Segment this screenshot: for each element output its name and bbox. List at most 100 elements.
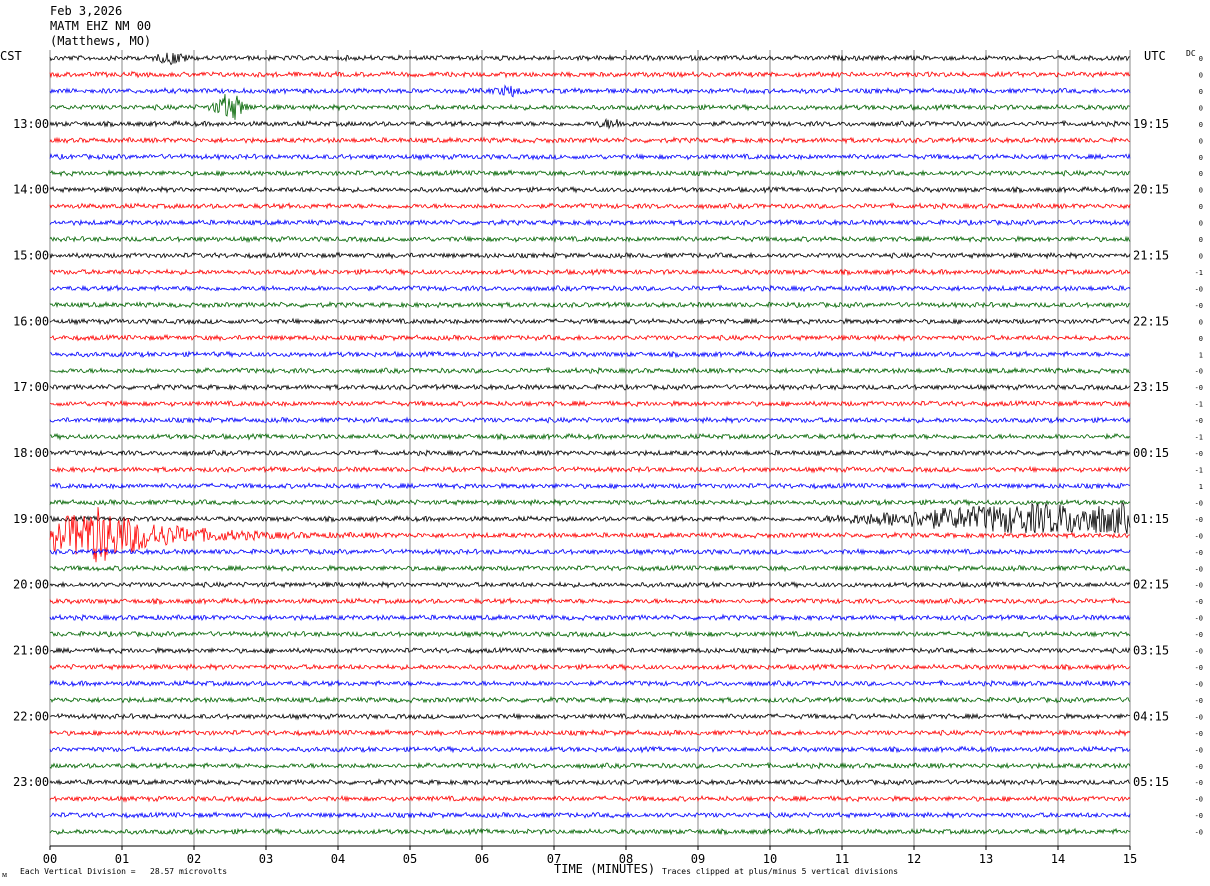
x-tick-label: 11 xyxy=(835,852,849,866)
dc-offset-value: -0 xyxy=(1195,779,1203,787)
helicorder-plot: 00 01 02 03 04 05 06 07 08 09 10 11 12 13 14 15 13:0014… xyxy=(13,50,1203,866)
dc-offset-value: -0 xyxy=(1195,615,1203,623)
left-hour-label: 15:00 xyxy=(13,249,49,263)
trace-line-39 xyxy=(49,695,1131,704)
dc-offset-value: 0 xyxy=(1199,187,1203,195)
trace-line-21 xyxy=(49,399,1131,408)
left-hour-label: 13:00 xyxy=(13,117,49,131)
trace-line-17 xyxy=(49,333,1131,342)
trace-line-27 xyxy=(49,498,1131,507)
right-hour-label: 00:15 xyxy=(1133,446,1169,460)
trace-line-31 xyxy=(49,564,1131,573)
left-hour-label: 17:00 xyxy=(13,380,49,394)
x-tick-label: 07 xyxy=(547,852,561,866)
trace-line-26 xyxy=(49,481,1131,490)
x-tick-label: 15 xyxy=(1123,852,1137,866)
trace-line-24 xyxy=(50,448,1131,457)
dc-offset-value: -0 xyxy=(1195,582,1203,590)
trace-line-9 xyxy=(49,202,1131,210)
trace-line-34 xyxy=(49,613,1131,622)
left-hour-label: 14:00 xyxy=(13,183,49,197)
x-tick-label: 05 xyxy=(403,852,417,866)
trace-line-3 xyxy=(49,94,1131,120)
trace-line-8 xyxy=(49,185,1131,194)
trace-line-1 xyxy=(49,70,1131,79)
trace-line-16 xyxy=(49,317,1131,326)
dc-offset-value: -0 xyxy=(1195,450,1203,458)
dc-offset-value: -0 xyxy=(1195,697,1203,705)
trace-line-7 xyxy=(50,169,1131,178)
trace-line-30 xyxy=(49,548,1131,556)
trace-line-37 xyxy=(49,663,1131,672)
x-tick-label: 14 xyxy=(1051,852,1065,866)
trace-line-11 xyxy=(49,235,1131,244)
trace-line-47 xyxy=(49,827,1131,836)
seismic-traces xyxy=(49,52,1131,836)
right-hour-label: 03:15 xyxy=(1133,644,1169,658)
right-hour-label: 20:15 xyxy=(1133,183,1169,197)
dc-offset-value: 0 xyxy=(1199,154,1203,162)
x-tick-label: 02 xyxy=(187,852,201,866)
dc-offset-value: -0 xyxy=(1195,812,1203,820)
left-hour-label: 19:00 xyxy=(13,512,49,526)
right-hour-label: 04:15 xyxy=(1133,709,1169,723)
trace-line-38 xyxy=(49,679,1131,688)
x-tick-label: 01 xyxy=(115,852,129,866)
trace-line-40 xyxy=(49,712,1131,721)
dc-offset-value: -0 xyxy=(1195,829,1203,837)
x-axis-ticks: 00 01 02 03 04 05 06 07 08 09 10 11 12 13 14 15 xyxy=(43,846,1137,866)
dc-offset-value: 0 xyxy=(1199,236,1203,244)
dc-offset-value: -0 xyxy=(1195,730,1203,738)
dc-offset-value: -1 xyxy=(1195,434,1203,442)
x-tick-label: 08 xyxy=(619,852,633,866)
trace-line-23 xyxy=(49,432,1131,441)
trace-line-35 xyxy=(49,630,1131,639)
dc-offset-value: -0 xyxy=(1195,664,1203,672)
right-hour-label: 01:15 xyxy=(1133,512,1169,526)
grid-lines xyxy=(49,50,1131,847)
trace-line-36 xyxy=(49,646,1131,655)
trace-line-42 xyxy=(49,745,1131,754)
trace-line-33 xyxy=(49,597,1131,606)
dc-offset-value: 0 xyxy=(1199,104,1203,112)
trace-line-41 xyxy=(49,728,1131,737)
left-hour-label: 16:00 xyxy=(13,314,49,328)
trace-line-45 xyxy=(49,794,1131,803)
dc-offset-value: 0 xyxy=(1199,121,1203,129)
x-tick-label: 10 xyxy=(763,852,777,866)
trace-line-19 xyxy=(49,366,1131,375)
trace-line-25 xyxy=(49,465,1131,474)
trace-line-46 xyxy=(49,811,1131,820)
dc-offset-value: -0 xyxy=(1195,532,1203,540)
trace-line-6 xyxy=(49,153,1131,161)
dc-offset-value: -0 xyxy=(1195,746,1203,754)
x-tick-label: 13 xyxy=(979,852,993,866)
dc-offset-value: 0 xyxy=(1199,137,1203,145)
left-hour-label: 23:00 xyxy=(13,775,49,789)
dc-offset-value: -0 xyxy=(1195,565,1203,573)
x-tick-label: 03 xyxy=(259,852,273,866)
trace-line-10 xyxy=(49,218,1131,227)
right-hour-label: 05:15 xyxy=(1133,775,1169,789)
dc-offset-value: 1 xyxy=(1199,483,1203,491)
trace-line-15 xyxy=(49,300,1131,309)
trace-line-20 xyxy=(49,383,1131,392)
dc-offset-value: -0 xyxy=(1195,631,1203,639)
dc-offset-value: 0 xyxy=(1199,203,1203,211)
dc-offset-value: -0 xyxy=(1195,417,1203,425)
dc-offset-value: -0 xyxy=(1195,598,1203,606)
dc-offset-value: 0 xyxy=(1199,55,1203,63)
left-hour-label: 20:00 xyxy=(13,578,49,592)
dc-offset-value: -0 xyxy=(1195,763,1203,771)
dc-offset-value: 0 xyxy=(1199,71,1203,79)
trace-line-14 xyxy=(49,284,1131,293)
dc-offset-value: 0 xyxy=(1199,318,1203,326)
dc-offset-value: 0 xyxy=(1199,335,1203,343)
trace-line-2 xyxy=(49,84,1131,98)
trace-line-0 xyxy=(49,52,1131,66)
x-tick-label: 04 xyxy=(331,852,345,866)
trace-line-44 xyxy=(49,778,1131,787)
x-tick-label: 06 xyxy=(475,852,489,866)
trace-line-22 xyxy=(49,416,1131,425)
right-hour-label: 23:15 xyxy=(1133,380,1169,394)
